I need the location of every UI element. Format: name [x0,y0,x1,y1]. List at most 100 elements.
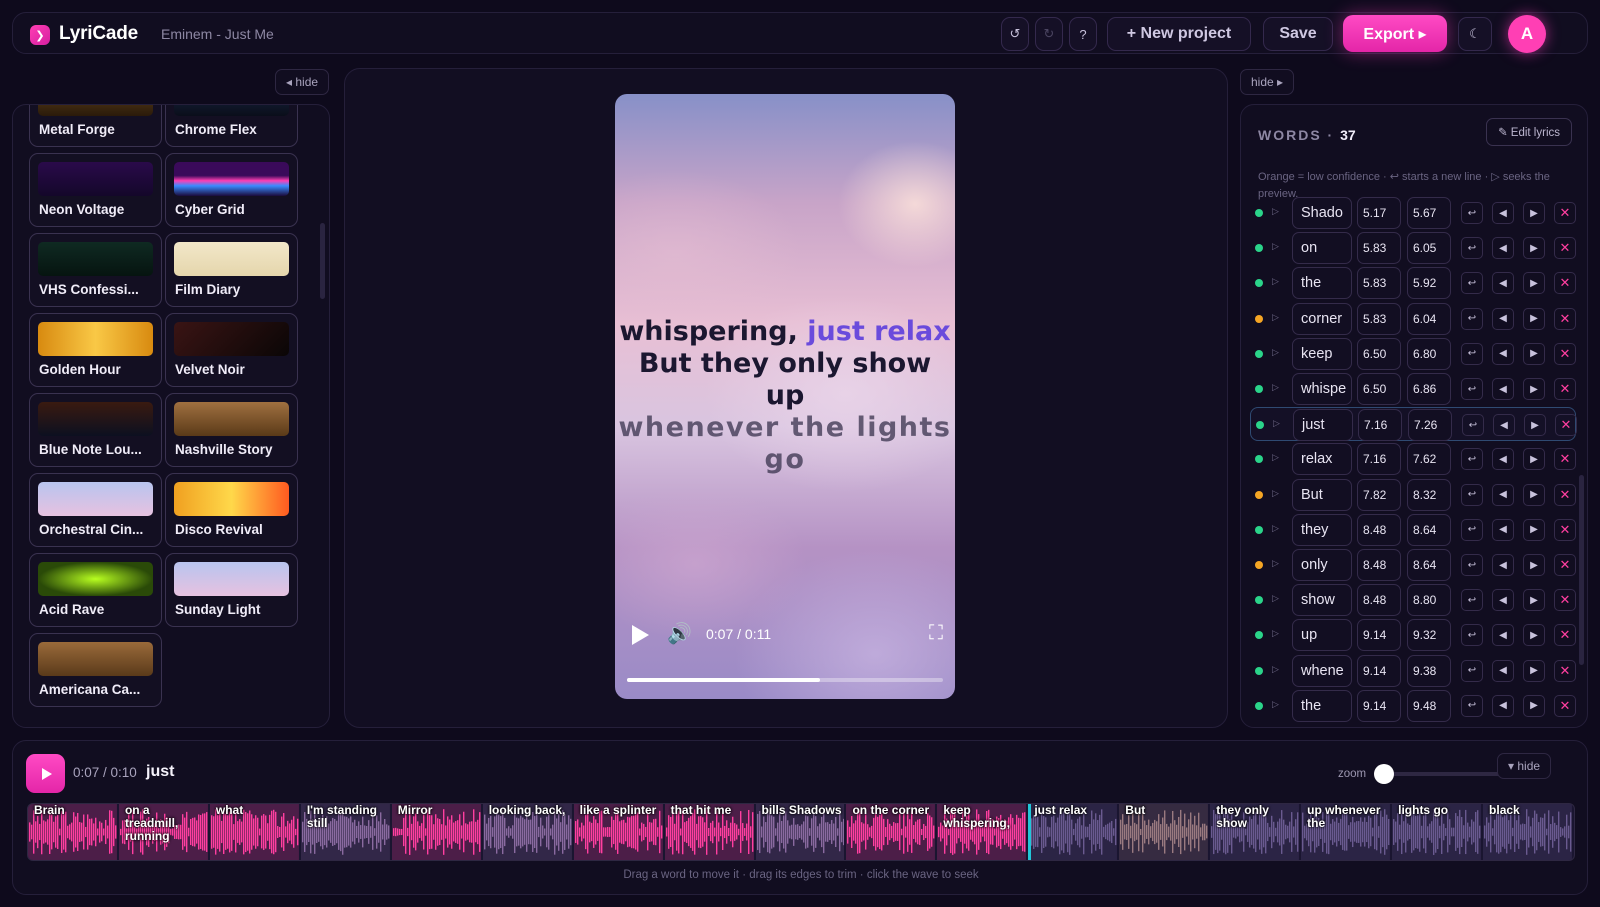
word-input[interactable]: relax [1292,443,1352,476]
end-time-input[interactable]: 5.67 [1407,197,1451,229]
nudge-right-button[interactable]: ▶ [1523,518,1545,541]
nudge-right-button[interactable]: ▶ [1523,202,1545,224]
hide-themes-button[interactable]: ◂ hide [275,69,330,95]
play-icon[interactable] [632,625,649,645]
word-clip[interactable]: they only show [1210,804,1300,860]
nudge-left-button[interactable]: ◀ [1492,378,1514,400]
seek-icon[interactable]: ▷ [1272,523,1279,534]
word-input[interactable]: Shado [1292,197,1352,229]
start-time-input[interactable]: 6.50 [1357,373,1401,405]
end-time-input[interactable]: 9.32 [1407,619,1451,652]
end-time-input[interactable]: 8.32 [1407,478,1451,511]
word-clip[interactable]: black [1483,804,1572,860]
delete-word-button[interactable]: ✕ [1554,483,1576,506]
delete-word-button[interactable]: ✕ [1554,694,1576,717]
nudge-left-button[interactable]: ◀ [1492,694,1514,717]
word-row[interactable]: ▷ Shado 5.17 5.67 ↩ ◀ ▶ ✕ [1250,196,1576,230]
theme-card[interactable]: Metal Forge [29,105,162,147]
theme-toggle-button[interactable]: ☾ [1458,17,1492,51]
word-row[interactable]: ▷ corner 5.83 6.04 ↩ ◀ ▶ ✕ [1250,302,1576,336]
seek-icon[interactable]: ▷ [1272,558,1279,569]
nudge-left-button[interactable]: ◀ [1492,202,1514,224]
undo-button[interactable]: ↺ [1001,17,1029,51]
newline-button[interactable]: ↩ [1461,448,1483,471]
nudge-left-button[interactable]: ◀ [1492,448,1514,471]
word-clip[interactable]: bills Shadows [755,804,845,860]
start-time-input[interactable]: 9.14 [1357,689,1401,722]
theme-card[interactable]: Cyber Grid [165,153,298,227]
avatar[interactable]: A [1508,15,1546,53]
seek-icon[interactable]: ▷ [1272,241,1279,252]
word-input[interactable]: up [1292,619,1352,652]
timeline-play-button[interactable] [26,754,65,793]
video-progress-bar[interactable] [627,678,943,682]
seek-icon[interactable]: ▷ [1272,488,1279,499]
newline-button[interactable]: ↩ [1462,414,1484,437]
start-time-input[interactable]: 5.83 [1357,302,1401,335]
end-time-input[interactable]: 6.86 [1407,373,1451,405]
word-row[interactable]: ▷ the 5.83 5.92 ↩ ◀ ▶ ✕ [1250,266,1576,300]
theme-card[interactable]: Velvet Noir [165,313,298,387]
end-time-input[interactable]: 7.26 [1408,409,1452,442]
seek-icon[interactable]: ▷ [1272,206,1279,217]
start-time-input[interactable]: 8.48 [1357,584,1401,617]
word-clip[interactable]: keep whispering, [937,804,1027,860]
word-row[interactable]: ▷ just 7.16 7.26 ↩ ◀ ▶ ✕ [1250,407,1577,442]
theme-card[interactable]: VHS Confessi... [29,233,162,307]
end-time-input[interactable]: 8.64 [1407,513,1451,546]
newline-button[interactable]: ↩ [1461,589,1483,612]
nudge-right-button[interactable]: ▶ [1523,342,1545,365]
nudge-right-button[interactable]: ▶ [1523,589,1545,612]
nudge-left-button[interactable]: ◀ [1492,342,1514,365]
seek-icon[interactable]: ▷ [1272,593,1279,604]
newline-button[interactable]: ↩ [1461,624,1483,647]
nudge-left-button[interactable]: ◀ [1492,483,1514,506]
start-time-input[interactable]: 7.16 [1357,443,1401,476]
word-input[interactable]: But [1292,478,1352,511]
delete-word-button[interactable]: ✕ [1554,378,1576,400]
end-time-input[interactable]: 8.64 [1407,549,1451,581]
theme-card[interactable]: Golden Hour [29,313,162,387]
fullscreen-icon[interactable]: ⛶ [929,622,943,645]
word-clip[interactable]: Mirror [391,804,481,860]
word-input[interactable]: corner [1292,302,1352,335]
start-time-input[interactable]: 9.14 [1357,654,1401,687]
word-clip[interactable]: up whenever the [1301,804,1391,860]
end-time-input[interactable]: 5.92 [1407,267,1451,300]
newline-button[interactable]: ↩ [1461,307,1483,330]
end-time-input[interactable]: 8.80 [1407,584,1451,617]
delete-word-button[interactable]: ✕ [1554,272,1576,295]
word-clip[interactable]: what [209,804,299,860]
seek-icon[interactable]: ▷ [1272,312,1279,323]
newline-button[interactable]: ↩ [1461,272,1483,295]
theme-panel-scrollbar[interactable] [320,223,325,299]
word-row[interactable]: ▷ keep 6.50 6.80 ↩ ◀ ▶ ✕ [1250,337,1576,371]
seek-icon[interactable]: ▷ [1272,347,1279,358]
delete-word-button[interactable]: ✕ [1554,589,1576,612]
words-scrollbar[interactable] [1579,475,1584,665]
newline-button[interactable]: ↩ [1461,202,1483,224]
nudge-left-button[interactable]: ◀ [1492,589,1514,612]
delete-word-button[interactable]: ✕ [1554,624,1576,647]
theme-card[interactable]: Disco Revival [165,473,298,547]
word-input[interactable]: on [1292,232,1352,265]
volume-icon[interactable]: 🔊 [667,621,692,646]
redo-button[interactable]: ↻ [1035,17,1063,51]
nudge-right-button[interactable]: ▶ [1523,694,1545,717]
zoom-slider-knob[interactable] [1374,764,1394,784]
word-input[interactable]: they [1292,513,1352,546]
video-preview[interactable]: whispering, just relax But they only sho… [615,94,955,699]
delete-word-button[interactable]: ✕ [1554,237,1576,260]
theme-card[interactable]: Chrome Flex [165,105,298,147]
nudge-left-button[interactable]: ◀ [1493,414,1515,437]
word-input[interactable]: show [1292,584,1352,617]
theme-card[interactable]: Nashville Story [165,393,298,467]
word-input[interactable]: just [1293,409,1353,442]
word-clip[interactable]: But [1119,804,1209,860]
word-row[interactable]: ▷ relax 7.16 7.62 ↩ ◀ ▶ ✕ [1250,442,1576,476]
word-clip[interactable]: lights go [1392,804,1482,860]
word-clip[interactable]: on a treadmill, running [118,804,208,860]
word-clip[interactable]: like a splinter [573,804,663,860]
nudge-left-button[interactable]: ◀ [1492,554,1514,576]
start-time-input[interactable]: 5.83 [1357,232,1401,265]
